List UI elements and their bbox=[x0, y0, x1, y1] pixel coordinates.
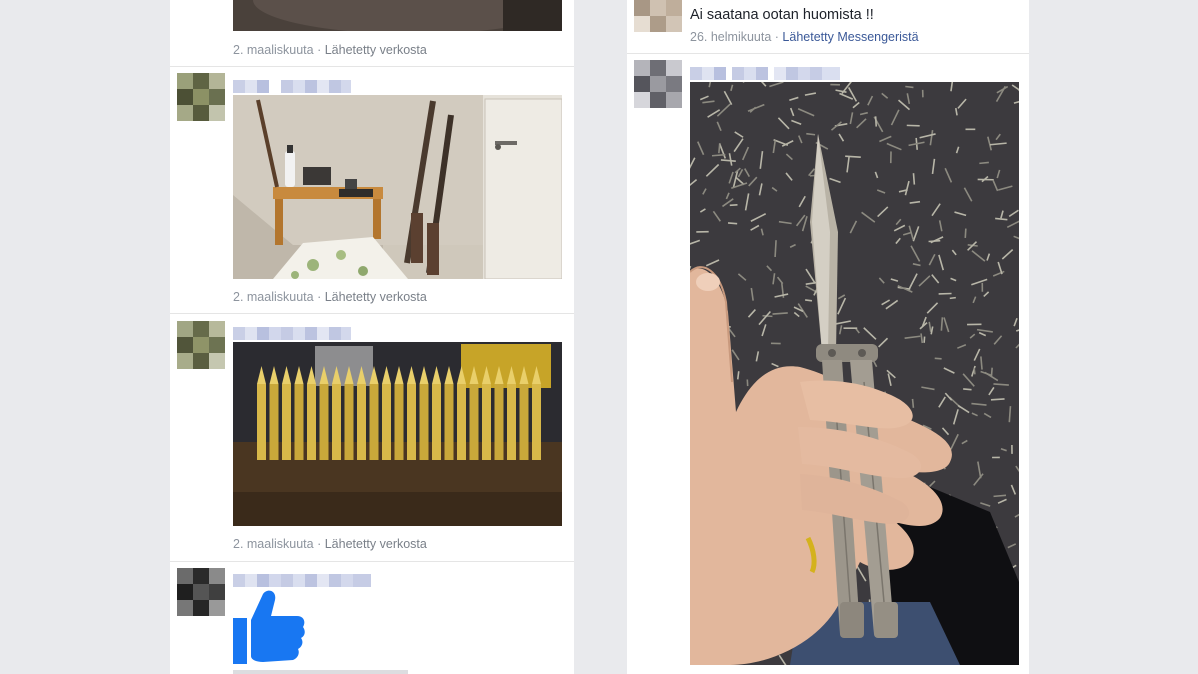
message-meta-redacted bbox=[233, 670, 408, 674]
rug-strand-shape bbox=[711, 153, 726, 157]
message-source-link[interactable]: Lähetetty Messengeristä bbox=[782, 30, 918, 44]
avatar[interactable] bbox=[634, 60, 682, 108]
message-meta: 2. maaliskuuta · Lähetetty verkosta bbox=[233, 290, 427, 304]
rug-strand-shape bbox=[718, 144, 721, 154]
message-meta: 2. maaliskuuta · Lähetetty verkosta bbox=[233, 43, 427, 57]
rug-strand-shape bbox=[736, 371, 740, 380]
cartridge-shape bbox=[282, 384, 291, 460]
rug-strand-shape bbox=[912, 173, 916, 185]
rug-strand-shape bbox=[874, 116, 878, 127]
right-message-panel: Ai saatana ootan huomista !! 26. helmiku… bbox=[627, 0, 1029, 674]
message-item: 2. maaliskuuta · Lähetetty verkosta bbox=[170, 0, 574, 66]
cartridge-shape bbox=[357, 384, 366, 460]
cartridge-shape bbox=[532, 384, 541, 460]
message-photo-attachment[interactable] bbox=[233, 95, 562, 279]
rug-strand-shape bbox=[990, 398, 1005, 401]
rug-strand-shape bbox=[934, 357, 942, 360]
message-photo-attachment[interactable] bbox=[690, 82, 1019, 665]
rug-strand-shape bbox=[973, 368, 976, 375]
rug-strand-shape bbox=[911, 398, 915, 408]
cartridge-shape bbox=[519, 384, 529, 460]
rug-strand-shape bbox=[940, 317, 944, 331]
cartridge-shape bbox=[394, 384, 404, 460]
message-photo-attachment[interactable] bbox=[233, 342, 562, 526]
meta-separator: · bbox=[313, 290, 325, 304]
cartridge-shape bbox=[494, 384, 504, 460]
cartridge-shape bbox=[319, 384, 329, 460]
cartridge-shape bbox=[482, 384, 491, 460]
message-date: 26. helmikuuta bbox=[690, 30, 772, 44]
meta-separator: · bbox=[771, 30, 783, 44]
rug-strand-shape bbox=[729, 204, 738, 207]
rug-strand-shape bbox=[1008, 406, 1012, 423]
message-item bbox=[170, 562, 574, 674]
cartridge-shape bbox=[369, 384, 379, 460]
cartridge-shape bbox=[419, 384, 429, 460]
cartridge-shape bbox=[294, 384, 304, 460]
rug-strand-shape bbox=[979, 161, 989, 165]
rug-strand-shape bbox=[774, 240, 777, 258]
avatar[interactable] bbox=[634, 0, 682, 32]
cartridge-shape bbox=[432, 384, 441, 460]
sender-name[interactable] bbox=[233, 574, 371, 587]
sender-name[interactable] bbox=[233, 80, 351, 93]
message-item: Ai saatana ootan huomista !! 26. helmiku… bbox=[627, 0, 1029, 54]
message-source: Lähetetty verkosta bbox=[324, 537, 427, 551]
message-item: 2. maaliskuuta · Lähetetty verkosta bbox=[170, 314, 574, 561]
cartridge-shape bbox=[382, 384, 391, 460]
avatar[interactable] bbox=[177, 568, 225, 616]
message-source: Lähetetty verkosta bbox=[324, 290, 427, 304]
rug-strand-shape bbox=[805, 299, 813, 302]
left-message-panel: 2. maaliskuuta · Lähetetty verkosta 2. m… bbox=[170, 0, 574, 674]
rug-strand-shape bbox=[949, 296, 956, 300]
rug-strand-shape bbox=[928, 239, 941, 243]
cartridge-shape bbox=[344, 384, 354, 460]
rug-strand-shape bbox=[964, 228, 967, 239]
like-thumb-icon bbox=[233, 590, 305, 666]
cartridge-shape bbox=[257, 384, 266, 460]
meta-separator: · bbox=[313, 537, 325, 551]
cartridge-shape bbox=[469, 384, 479, 460]
cartridge-shape bbox=[444, 384, 454, 460]
cartridge-shape bbox=[507, 384, 516, 460]
message-date: 2. maaliskuuta bbox=[233, 43, 314, 57]
cartridge-shape bbox=[457, 384, 466, 460]
sender-name[interactable] bbox=[690, 67, 840, 80]
cartridge-shape bbox=[332, 384, 341, 460]
message-text: Ai saatana ootan huomista !! bbox=[690, 7, 874, 23]
cartridge-shape bbox=[307, 384, 316, 460]
rug-strand-shape bbox=[993, 494, 1007, 498]
message-date: 2. maaliskuuta bbox=[233, 290, 314, 304]
message-meta: 2. maaliskuuta · Lähetetty verkosta bbox=[233, 537, 427, 551]
rug-strand-shape bbox=[845, 155, 861, 159]
rug-strand-shape bbox=[963, 388, 972, 391]
avatar[interactable] bbox=[177, 73, 225, 121]
message-meta: 26. helmikuuta · Lähetetty Messengeristä bbox=[690, 30, 919, 44]
cartridge-shape bbox=[269, 384, 279, 460]
message-item bbox=[627, 54, 1029, 674]
cartridge-shape bbox=[407, 384, 416, 460]
sender-name[interactable] bbox=[233, 327, 351, 340]
rug-strand-shape bbox=[993, 383, 1009, 386]
message-item: 2. maaliskuuta · Lähetetty verkosta bbox=[170, 67, 574, 314]
message-date: 2. maaliskuuta bbox=[233, 537, 314, 551]
avatar[interactable] bbox=[177, 321, 225, 369]
message-photo-attachment[interactable] bbox=[233, 0, 562, 31]
meta-separator: · bbox=[313, 43, 325, 57]
rug-strand-shape bbox=[905, 85, 914, 89]
rug-strand-shape bbox=[806, 132, 816, 136]
message-source: Lähetetty verkosta bbox=[324, 43, 427, 57]
rug-strand-shape bbox=[772, 312, 788, 315]
rug-strand-shape bbox=[727, 222, 738, 225]
